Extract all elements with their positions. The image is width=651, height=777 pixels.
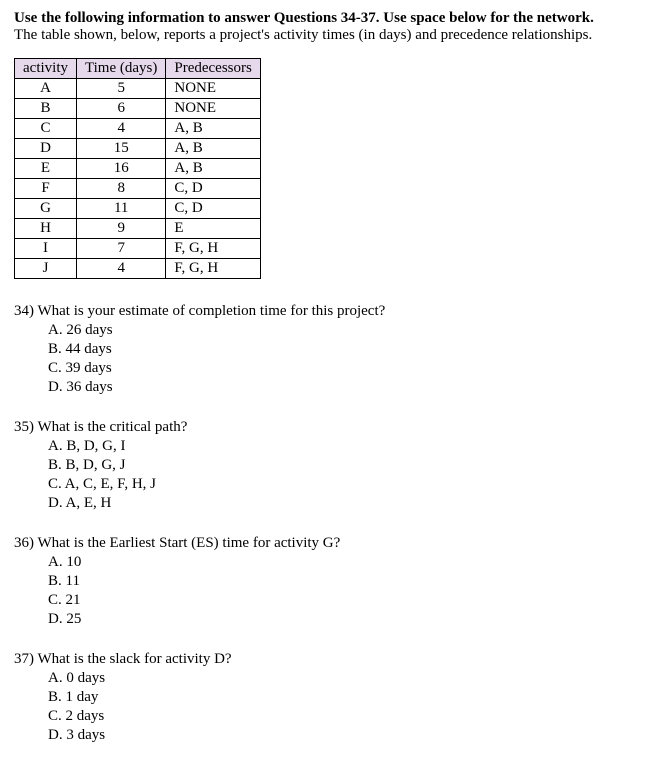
question-prompt: 35) What is the critical path? (14, 419, 637, 436)
instructions-bold: Use the following information to answer … (14, 10, 594, 26)
table-row: A5NONE (15, 79, 261, 99)
header-time: Time (days) (77, 59, 166, 79)
cell-time: 6 (77, 99, 166, 119)
cell-predecessors: A, B (166, 139, 261, 159)
option: A. 10 (48, 553, 637, 572)
options-list: A. B, D, G, IB. B, D, G, JC. A, C, E, F,… (48, 437, 637, 513)
instructions-sub: The table shown, below, reports a projec… (14, 27, 592, 43)
cell-predecessors: E (166, 219, 261, 239)
cell-predecessors: NONE (166, 79, 261, 99)
option: C. A, C, E, F, H, J (48, 475, 637, 494)
question-prompt: 36) What is the Earliest Start (ES) time… (14, 535, 637, 552)
option: A. 26 days (48, 321, 637, 340)
option: D. A, E, H (48, 494, 637, 513)
table-row: F8C, D (15, 179, 261, 199)
option: A. 0 days (48, 669, 637, 688)
cell-time: 15 (77, 139, 166, 159)
option: D. 25 (48, 610, 637, 629)
table-header-row: activity Time (days) Predecessors (15, 59, 261, 79)
cell-predecessors: A, B (166, 159, 261, 179)
options-list: A. 0 daysB. 1 dayC. 2 daysD. 3 days (48, 669, 637, 745)
cell-time: 9 (77, 219, 166, 239)
cell-activity: C (15, 119, 77, 139)
cell-activity: J (15, 259, 77, 279)
cell-predecessors: NONE (166, 99, 261, 119)
cell-activity: A (15, 79, 77, 99)
cell-time: 16 (77, 159, 166, 179)
cell-predecessors: F, G, H (166, 239, 261, 259)
question: 34) What is your estimate of completion … (14, 303, 637, 397)
cell-predecessors: C, D (166, 179, 261, 199)
cell-activity: G (15, 199, 77, 219)
option: B. 11 (48, 572, 637, 591)
option: D. 3 days (48, 726, 637, 745)
cell-activity: I (15, 239, 77, 259)
table-row: B6NONE (15, 99, 261, 119)
cell-activity: B (15, 99, 77, 119)
question-prompt: 34) What is your estimate of completion … (14, 303, 637, 320)
options-list: A. 10B. 11C. 21D. 25 (48, 553, 637, 629)
option: C. 21 (48, 591, 637, 610)
table-row: G11C, D (15, 199, 261, 219)
cell-predecessors: A, B (166, 119, 261, 139)
cell-time: 4 (77, 119, 166, 139)
options-list: A. 26 daysB. 44 daysC. 39 daysD. 36 days (48, 321, 637, 397)
question: 37) What is the slack for activity D?A. … (14, 651, 637, 745)
cell-time: 5 (77, 79, 166, 99)
table-row: E16A, B (15, 159, 261, 179)
option: B. 44 days (48, 340, 637, 359)
header-activity: activity (15, 59, 77, 79)
option: D. 36 days (48, 378, 637, 397)
table-row: J4F, G, H (15, 259, 261, 279)
table-row: C4A, B (15, 119, 261, 139)
question: 36) What is the Earliest Start (ES) time… (14, 535, 637, 629)
cell-activity: H (15, 219, 77, 239)
question: 35) What is the critical path?A. B, D, G… (14, 419, 637, 513)
option: B. B, D, G, J (48, 456, 637, 475)
activity-table: activity Time (days) Predecessors A5NONE… (14, 58, 261, 279)
question-prompt: 37) What is the slack for activity D? (14, 651, 637, 668)
cell-activity: D (15, 139, 77, 159)
cell-activity: E (15, 159, 77, 179)
table-row: D15A, B (15, 139, 261, 159)
cell-time: 8 (77, 179, 166, 199)
cell-time: 4 (77, 259, 166, 279)
cell-time: 11 (77, 199, 166, 219)
option: C. 39 days (48, 359, 637, 378)
instructions: Use the following information to answer … (14, 10, 637, 44)
table-row: H9E (15, 219, 261, 239)
cell-time: 7 (77, 239, 166, 259)
header-predecessors: Predecessors (166, 59, 261, 79)
table-row: I7F, G, H (15, 239, 261, 259)
cell-predecessors: C, D (166, 199, 261, 219)
option: A. B, D, G, I (48, 437, 637, 456)
cell-activity: F (15, 179, 77, 199)
option: B. 1 day (48, 688, 637, 707)
cell-predecessors: F, G, H (166, 259, 261, 279)
option: C. 2 days (48, 707, 637, 726)
